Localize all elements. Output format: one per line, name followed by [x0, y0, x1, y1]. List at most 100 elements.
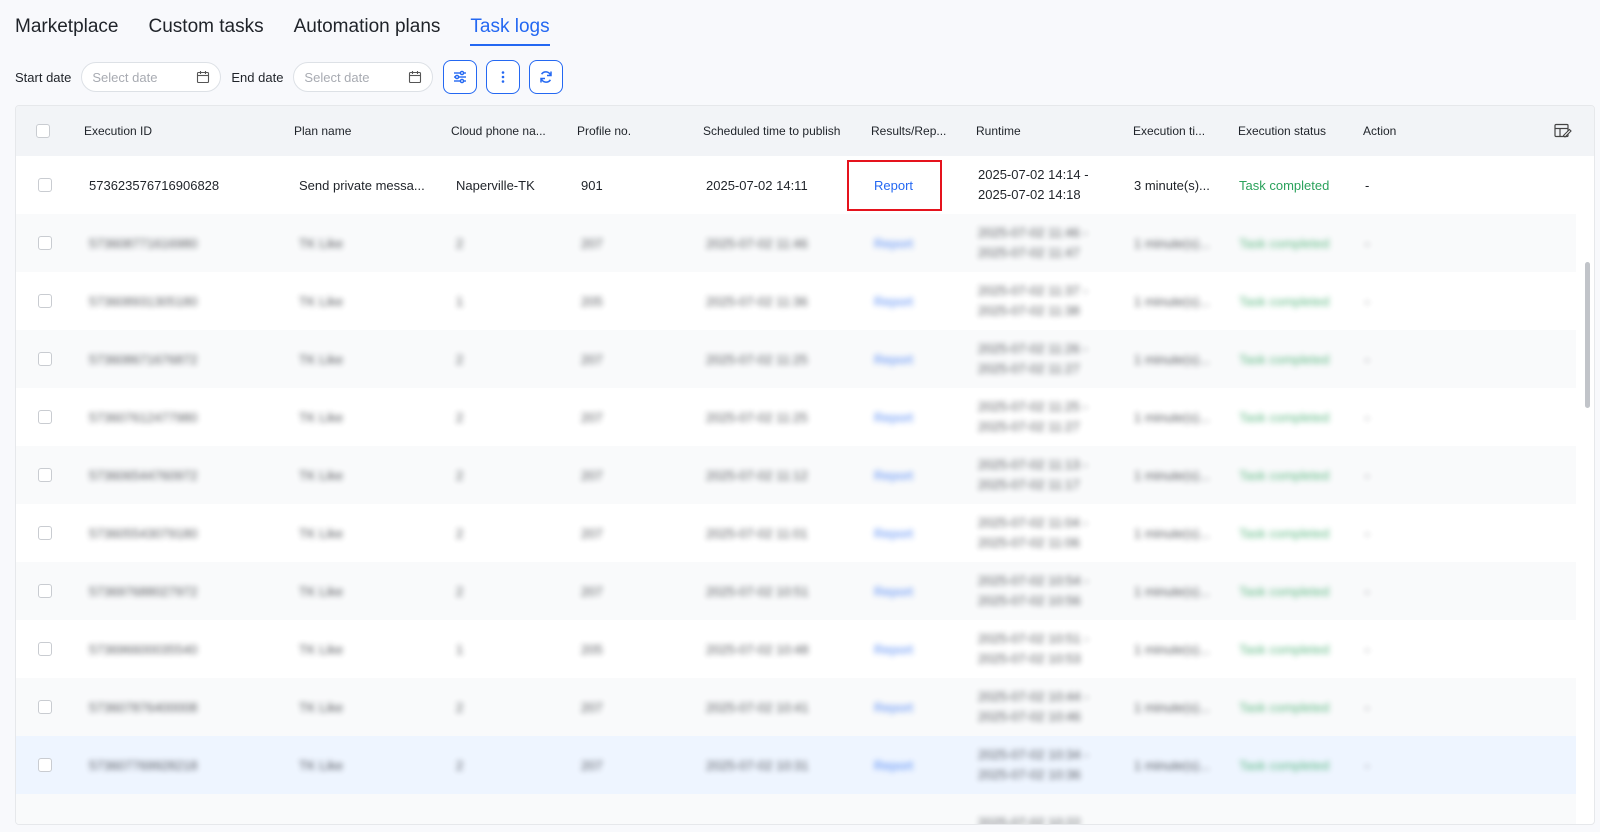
col-execution-id[interactable]: Execution ID	[84, 106, 152, 156]
row-checkbox[interactable]	[38, 272, 52, 330]
profile-no-cell: 901	[581, 177, 603, 193]
table-row[interactable]: 2025-07-02 10:22	[16, 794, 1576, 824]
profile-no-cell: 207	[581, 583, 603, 599]
runtime-start: 2025-07-02 11:25 -	[978, 399, 1088, 414]
top-tabs: Marketplace Custom tasks Automation plan…	[15, 16, 550, 46]
report-link[interactable]: Report	[874, 562, 913, 620]
row-checkbox[interactable]	[38, 330, 52, 388]
table-header: Execution ID Plan name Cloud phone na...…	[16, 106, 1594, 156]
cloud-phone-cell: 2	[456, 467, 464, 483]
col-action[interactable]: Action	[1363, 106, 1396, 156]
execution-status-cell: Task completed	[1239, 409, 1330, 425]
column-settings-icon[interactable]	[1554, 123, 1572, 139]
cloud-phone-cell: 2	[456, 757, 464, 773]
table-row[interactable]: 573697688027972 TK Like 2 207 2025-07-02 10:…	[16, 562, 1576, 620]
table-row[interactable]: 573607612477980 TK Like 2 207 2025-07-02 11:…	[16, 388, 1576, 446]
table-row[interactable]: 573696600035540 TK Like 1 205 2025-07-02 10:…	[16, 620, 1576, 678]
execution-time-cell: 1 minute(s)...	[1134, 757, 1210, 773]
execution-id-cell: 573607612477980	[89, 409, 198, 425]
report-link[interactable]: Report	[874, 214, 913, 272]
report-link[interactable]: Report	[874, 678, 913, 736]
col-runtime[interactable]: Runtime	[976, 106, 1021, 156]
action-cell: -	[1365, 351, 1370, 367]
col-scheduled-time[interactable]: Scheduled time to publish	[703, 106, 840, 156]
table-row[interactable]: 573606544760972 TK Like 2 207 2025-07-02 11:…	[16, 446, 1576, 504]
report-link[interactable]: Report	[874, 504, 913, 562]
filter-bar: Start date Select date End date Select d…	[15, 60, 572, 94]
row-checkbox[interactable]	[38, 736, 52, 794]
report-link[interactable]: Report	[874, 156, 913, 214]
runtime-end: 2025-07-02 11:38	[978, 303, 1080, 318]
runtime-cell: 2025-07-02 10:51 - 2025-07-02 10:53	[978, 620, 1089, 678]
runtime-end: 2025-07-02 10:53	[978, 651, 1081, 666]
tab-custom-tasks[interactable]: Custom tasks	[149, 16, 264, 46]
end-date-picker[interactable]: Select date	[293, 62, 434, 92]
execution-time-cell: 1 minute(s)...	[1134, 641, 1210, 657]
runtime-cell: 2025-07-02 11:46 - 2025-07-02 11:47	[978, 214, 1088, 272]
row-checkbox[interactable]	[38, 504, 52, 562]
runtime-cell: 2025-07-02 11:37 - 2025-07-02 11:38	[978, 272, 1088, 330]
plan-name-cell: TK Like	[299, 699, 344, 715]
refresh-icon	[540, 71, 553, 83]
profile-no-cell: 207	[581, 351, 603, 367]
row-checkbox[interactable]	[38, 562, 52, 620]
start-date-label: Start date	[15, 69, 72, 85]
action-cell: -	[1365, 525, 1370, 541]
row-checkbox[interactable]	[38, 388, 52, 446]
row-checkbox[interactable]	[38, 156, 52, 214]
runtime-start: 2025-07-02 11:26 -	[978, 341, 1088, 356]
select-all-checkbox[interactable]	[36, 124, 50, 138]
report-link[interactable]: Report	[874, 446, 913, 504]
col-cloud-phone-name[interactable]: Cloud phone na...	[451, 106, 546, 156]
execution-id-cell: 573697688027972	[89, 583, 198, 599]
table-row[interactable]: 573605543079180 TK Like 2 207 2025-07-02 11:…	[16, 504, 1576, 562]
row-checkbox[interactable]	[38, 678, 52, 736]
action-cell: -	[1365, 699, 1370, 715]
table-scrollbar[interactable]	[1585, 262, 1590, 408]
col-results-report[interactable]: Results/Rep...	[871, 106, 946, 156]
table-row[interactable]: 573608771616980 TK Like 2 207 2025-07-02 11:…	[16, 214, 1576, 272]
table-row[interactable]: 573607769928218 TK Like 2 207 2025-07-02 10:…	[16, 736, 1576, 794]
execution-time-cell: 1 minute(s)...	[1134, 583, 1210, 599]
table-row[interactable]: 573608931305180 TK Like 1 205 2025-07-02 11:…	[16, 272, 1576, 330]
col-profile-no[interactable]: Profile no.	[577, 106, 631, 156]
execution-time-cell: 1 minute(s)...	[1134, 699, 1210, 715]
plan-name-cell: TK Like	[299, 351, 344, 367]
scheduled-time-cell: 2025-07-02 10:48	[706, 641, 809, 657]
end-date-label: End date	[231, 69, 284, 85]
filter-settings-button[interactable]	[443, 60, 478, 94]
runtime-cell: 2025-07-02 10:22	[978, 794, 1081, 824]
runtime-end: 2025-07-02 10:36	[978, 767, 1081, 782]
report-link[interactable]: Report	[874, 272, 913, 330]
table-row[interactable]: 573623576716906828 Send private messa... N…	[16, 156, 1576, 214]
tab-marketplace[interactable]: Marketplace	[15, 16, 119, 46]
tab-task-logs[interactable]: Task logs	[470, 16, 550, 46]
row-checkbox[interactable]	[38, 446, 52, 504]
table-row[interactable]: 573608671676872 TK Like 2 207 2025-07-02 11:…	[16, 330, 1576, 388]
col-execution-time[interactable]: Execution ti...	[1133, 106, 1205, 156]
report-link[interactable]: Report	[874, 620, 913, 678]
report-link[interactable]: Report	[874, 388, 913, 446]
profile-no-cell: 207	[581, 235, 603, 251]
runtime-cell: 2025-07-02 11:04 - 2025-07-02 11:06	[978, 504, 1088, 562]
col-plan-name[interactable]: Plan name	[294, 106, 351, 156]
refresh-button[interactable]	[529, 60, 564, 94]
profile-no-cell: 205	[581, 641, 603, 657]
calendar-icon	[409, 71, 422, 84]
execution-id-cell: 573608671676872	[89, 351, 198, 367]
plan-name-cell: TK Like	[299, 409, 344, 425]
table-row[interactable]: 573607876400008 TK Like 2 207 2025-07-02 10:…	[16, 678, 1576, 736]
execution-status-cell: Task completed	[1239, 177, 1330, 193]
report-link[interactable]: Report	[874, 330, 913, 388]
row-checkbox[interactable]	[38, 620, 52, 678]
tab-automation-plans[interactable]: Automation plans	[294, 16, 441, 46]
start-date-picker[interactable]: Select date	[81, 62, 222, 92]
row-checkbox[interactable]	[38, 214, 52, 272]
plan-name-cell: TK Like	[299, 757, 344, 773]
scheduled-time-cell: 2025-07-02 11:01	[706, 525, 808, 541]
report-link[interactable]: Report	[874, 736, 913, 794]
cloud-phone-cell: 2	[456, 235, 464, 251]
col-execution-status[interactable]: Execution status	[1238, 106, 1326, 156]
more-options-button[interactable]	[486, 60, 521, 94]
action-cell: -	[1365, 293, 1370, 309]
